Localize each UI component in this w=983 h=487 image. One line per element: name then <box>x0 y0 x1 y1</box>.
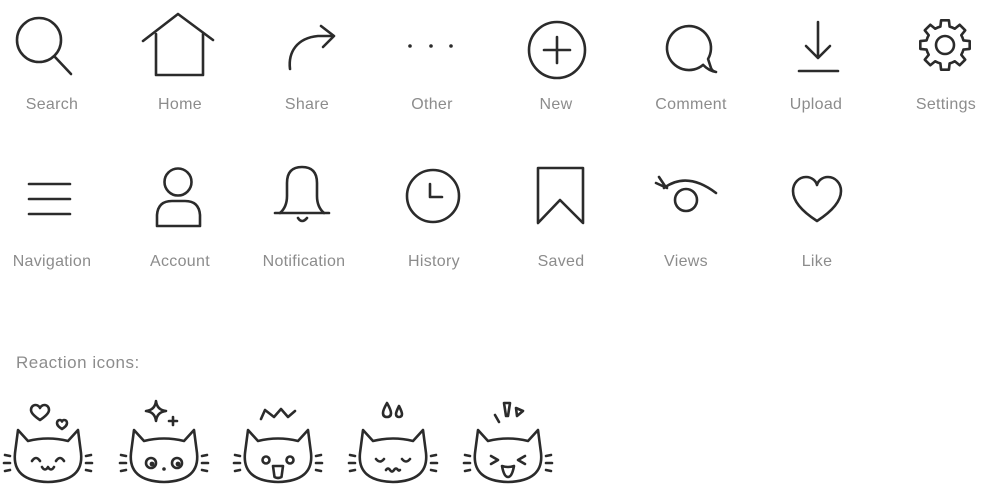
share-tile: Share <box>285 24 336 113</box>
cat-face-outline <box>243 428 313 484</box>
cat-mouth <box>271 464 285 480</box>
user-icon <box>155 167 202 228</box>
views-label: Views <box>664 253 708 270</box>
comment-tile: Comment <box>655 24 727 113</box>
saved-tile: Saved <box>536 166 585 270</box>
cat-mouth <box>500 464 516 479</box>
drops-decoration <box>381 401 404 419</box>
icon-sheet: Search Home Share Other New Comment Uplo… <box>0 0 983 487</box>
settings-tile: Settings <box>916 19 976 113</box>
cat-mouth <box>384 467 402 473</box>
heart-icon <box>791 175 843 223</box>
other-tile: Other <box>408 44 453 113</box>
account-tile: Account <box>150 167 210 270</box>
hearts-decoration <box>29 403 69 431</box>
history-tile: History <box>405 168 461 270</box>
icon-canvas: Search Home Share Other New Comment Uplo… <box>2 12 976 484</box>
comment-label: Comment <box>655 96 727 113</box>
share-label: Share <box>285 96 329 113</box>
search-tile: Search <box>15 16 79 113</box>
cat-eyes <box>374 457 412 463</box>
reactions-heading: Reaction icons: <box>16 353 140 372</box>
cat-eyes <box>489 454 527 466</box>
notification-label: Notification <box>263 253 346 270</box>
comment-bubble-icon <box>665 24 718 74</box>
new-tile: New <box>527 20 587 113</box>
other-label: Other <box>411 96 453 113</box>
cat-eyes <box>30 456 66 463</box>
notification-tile: Notification <box>263 165 346 270</box>
hamburger-menu-icon <box>27 182 72 216</box>
more-dots-icon <box>408 44 453 48</box>
zigzag-decoration <box>259 407 297 421</box>
burst-decoration <box>493 401 525 424</box>
upload-label: Upload <box>790 96 843 113</box>
settings-label: Settings <box>916 96 976 113</box>
home-tile: Home <box>141 12 215 113</box>
history-label: History <box>408 253 460 270</box>
clock-icon <box>405 168 461 224</box>
cat-laughing-icon <box>462 401 554 484</box>
navigation-label: Navigation <box>13 253 92 270</box>
cat-shocked-icon <box>232 407 324 484</box>
plus-circle-icon <box>527 20 587 80</box>
cat-mouth <box>162 467 166 471</box>
eye-icon <box>654 175 718 213</box>
home-label: Home <box>158 96 202 113</box>
new-label: New <box>540 96 573 113</box>
cat-eyes <box>144 456 184 470</box>
bookmark-icon <box>536 166 585 225</box>
sparkle-decoration <box>144 399 179 427</box>
cat-face-outline <box>13 428 83 484</box>
cat-love-icon <box>2 403 94 484</box>
cat-eyes <box>261 455 295 465</box>
cat-face-outline <box>358 428 428 484</box>
upload-tile: Upload <box>790 20 843 113</box>
like-label: Like <box>802 253 833 270</box>
views-tile: Views <box>654 175 718 270</box>
home-icon <box>141 12 215 77</box>
saved-label: Saved <box>538 253 585 270</box>
cat-face-outline <box>129 428 199 484</box>
cat-sweat-icon <box>347 401 439 484</box>
search-icon <box>15 16 73 76</box>
bell-icon <box>273 165 331 223</box>
gear-icon <box>919 19 971 71</box>
cat-mouth <box>40 465 56 471</box>
arrow-down-to-line-icon <box>797 20 840 73</box>
navigation-tile: Navigation <box>13 182 92 270</box>
search-label: Search <box>26 96 79 113</box>
like-tile: Like <box>791 175 843 270</box>
cat-starstruck-icon <box>118 399 210 484</box>
cat-face-outline <box>473 428 543 484</box>
account-label: Account <box>150 253 210 270</box>
share-arrow-icon <box>288 24 336 71</box>
